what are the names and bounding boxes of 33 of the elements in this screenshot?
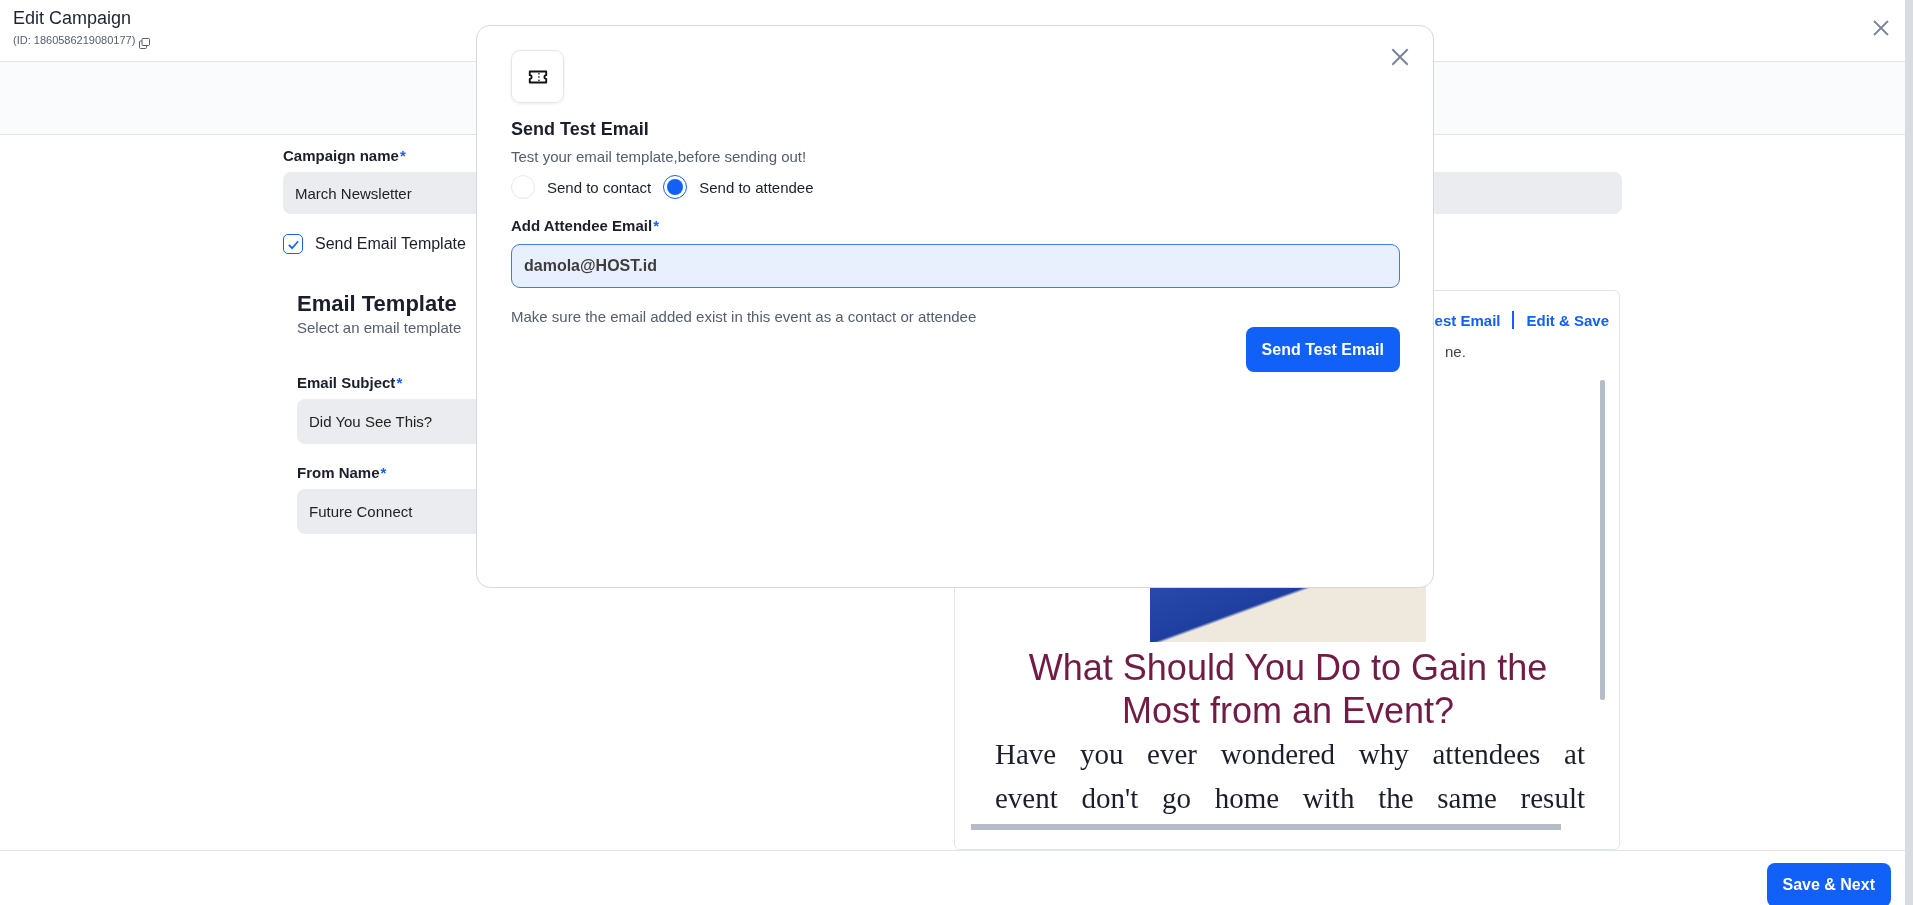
hint-text: Make sure the email added exist in this event as a contact or attendee [511, 308, 978, 325]
dialog-subtitle: Test your email template,before sending out! [511, 148, 808, 165]
scrollbar[interactable] [1600, 380, 1605, 700]
radio-option[interactable]: Send to contact [511, 175, 652, 199]
close-icon[interactable] [1389, 46, 1411, 68]
required-mark: * [380, 464, 387, 481]
dialog-title: Send Test Email [511, 119, 650, 140]
checkbox[interactable] [283, 234, 303, 254]
required-mark: * [399, 147, 406, 164]
field-label: Email Subject [297, 374, 396, 391]
scrollbar[interactable] [971, 824, 1561, 830]
checkbox-label: Send Email Template [315, 235, 466, 253]
required-mark: * [396, 374, 403, 391]
field-label: Add Attendee Email [511, 217, 653, 234]
campaign-id: (ID: 1860586219080177) [13, 34, 136, 46]
note-text: ne. [1445, 343, 1467, 360]
field-label: From Name [297, 464, 380, 481]
body-text: Have you ever wondered why attendees at [995, 737, 1585, 773]
radio-option[interactable]: Send to attendee [663, 175, 814, 199]
body-text: event don't go home with the same result [995, 781, 1585, 817]
send-test-email-button[interactable]: Send Test Email [1245, 327, 1400, 372]
email-headline: What Should You Do to Gain the Most from an Event? [1027, 646, 1549, 733]
ticket-icon [511, 50, 564, 103]
page-title: Edit Campaign [13, 8, 133, 29]
link[interactable]: Edit & Save [1526, 311, 1609, 329]
section-subtitle: Select an email template [297, 319, 462, 336]
field-label: Campaign name [283, 147, 399, 164]
section-title: Email Template [297, 291, 457, 317]
required-mark: * [653, 217, 659, 234]
close-icon[interactable] [1871, 18, 1891, 38]
email-input[interactable]: damola@HOST.id [511, 244, 1400, 288]
save-next-button[interactable]: Save & Next [1766, 863, 1891, 905]
link[interactable]: est Email [1434, 311, 1501, 329]
